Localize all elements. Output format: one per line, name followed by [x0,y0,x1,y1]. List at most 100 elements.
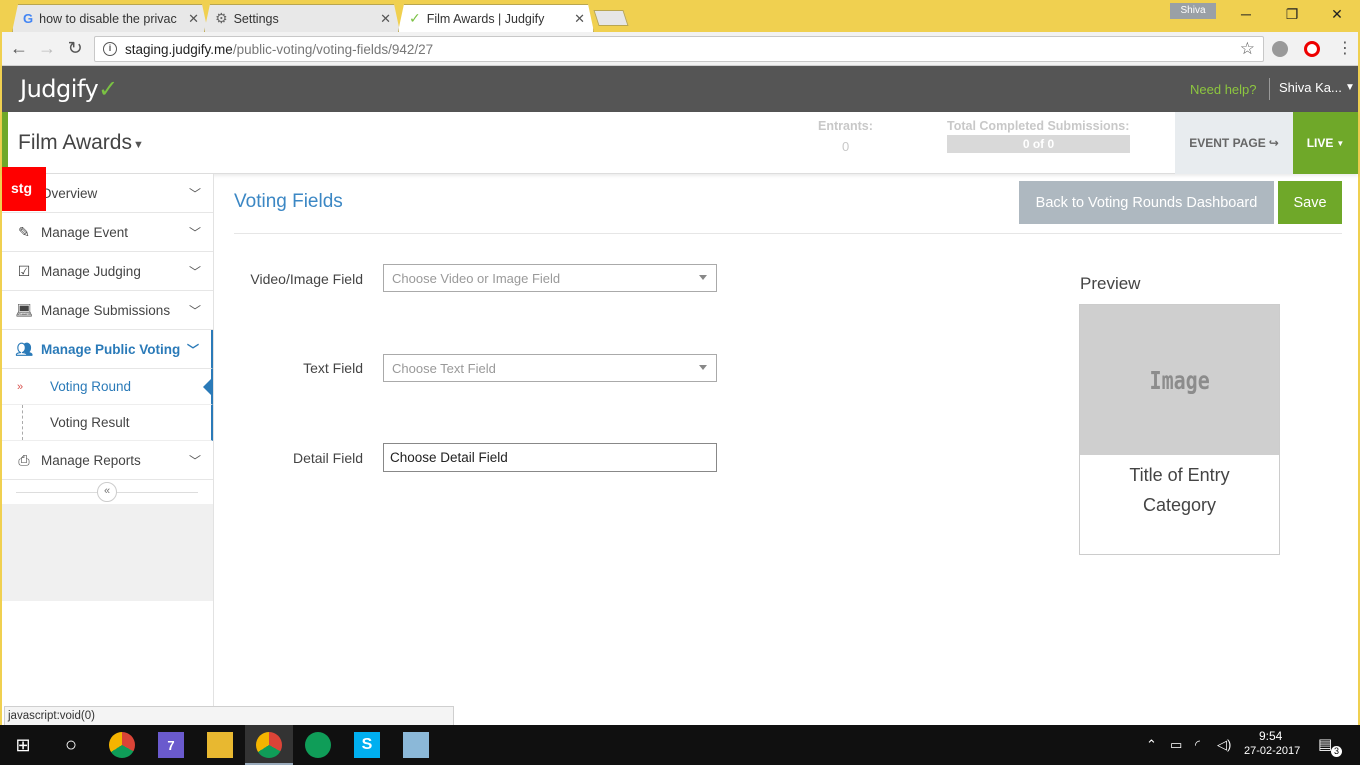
sidebar-item-manage-submissions[interactable]: 💻︎ Manage Submissions ﹀ [2,291,213,330]
collapse-sidebar-icon[interactable]: « [97,482,117,502]
back-to-dashboard-button[interactable]: Back to Voting Rounds Dashboard [1019,181,1274,224]
submissions-progress: 0 of 0 [947,135,1130,153]
extension-icon[interactable] [1272,41,1288,57]
submissions-label: Total Completed Submissions: [947,119,1130,133]
chevron-down-icon: ﹀ [188,226,201,240]
clock-date[interactable]: 27-02-2017 [1244,745,1300,757]
close-icon[interactable]: ✕ [188,11,199,27]
user-menu[interactable]: Shiva Ka... [1279,80,1342,95]
entrants-label: Entrants: [818,119,873,133]
back-arrow-icon[interactable]: ← [8,38,30,59]
file-explorer-icon[interactable] [207,732,233,758]
title-divider [234,233,1342,234]
caret-down-icon [699,275,707,280]
address-bar[interactable]: i staging.judgify.me /public-voting/voti… [94,36,1264,62]
new-tab-button[interactable] [593,10,629,26]
app-header: Judgify✓ Need help? Shiva Ka... ▼ [2,66,1358,112]
event-bar: Film Awards ▼ Entrants: 0 Total Complete… [2,112,1358,174]
opera-icon[interactable] [1304,41,1320,57]
chevron-down-icon: ﹀ [188,265,201,279]
hangouts-icon[interactable] [305,732,331,758]
tree-guide-line [22,405,23,440]
preview-image-placeholder: Image [1080,305,1279,455]
bookmark-star-icon[interactable]: ☆ [1240,39,1255,59]
printer-icon: ⎙ [18,451,30,468]
chevron-down-icon: ﹀ [186,343,199,357]
video-image-field-label: Video/Image Field [250,271,363,287]
url-host: staging.judgify.me [125,41,233,57]
calendar-app-icon[interactable]: 7 [158,732,184,758]
clock-time[interactable]: 9:54 [1259,729,1282,743]
event-page-button[interactable]: EVENT PAGE ↪ [1175,112,1293,174]
maximize-icon[interactable]: ❐ [1269,6,1315,23]
gear-icon: ⚙ [215,10,228,26]
notification-count-badge: 3 [1331,746,1342,757]
minimize-icon[interactable]: ─ [1223,6,1269,22]
save-button[interactable]: Save [1278,181,1342,224]
tab-strip: G how to disable the privac ✕ ⚙ Settings… [2,2,1358,32]
sidebar-item-manage-event[interactable]: ✎ Manage Event ﹀ [2,213,213,252]
edit-icon: ✎ [18,223,30,240]
menu-dots-icon[interactable]: ⋮ [1334,38,1356,58]
text-field-label: Text Field [303,360,363,376]
share-arrow-icon: ↪ [1268,136,1279,150]
live-button[interactable]: LIVE ▼ [1293,112,1358,174]
sidebar-item-manage-reports[interactable]: ⎙ Manage Reports ﹀ [2,441,213,480]
detail-field-input[interactable] [383,443,717,472]
logo-check-icon: ✓ [98,75,118,103]
caret-down-icon [699,365,707,370]
profile-badge[interactable]: Shiva [1170,3,1216,19]
reload-icon[interactable]: ↻ [64,38,86,59]
windows-start-icon[interactable]: ⊞ [10,732,36,758]
chevron-down-icon: ﹀ [188,454,201,468]
preview-category: Category [1142,495,1217,515]
sidebar-item-manage-public-voting[interactable]: 👥︎ Manage Public Voting ﹀ [2,330,213,369]
taskbar: ⊞ ○ 7 S ⌃ ▭ ◜ ◁) 9:54 27-02-2017 ▤ 3 [0,725,1360,765]
sidebar-collapse-row: « [2,480,213,504]
tab-google-search[interactable]: G how to disable the privac ✕ [12,4,208,32]
staging-badge: stg [2,167,46,211]
sidebar: ▦ Overview ﹀ ✎ Manage Event ﹀ ☑ Manage J… [2,174,214,727]
preview-entry-title: Title of Entry [1129,465,1230,485]
show-hidden-icons-icon[interactable]: ⌃ [1146,737,1157,753]
close-icon[interactable]: ✕ [574,11,585,27]
video-image-field-select[interactable]: Choose Video or Image Field [383,264,717,292]
caret-down-icon: ▼ [1336,138,1345,148]
need-help-link[interactable]: Need help? [1190,82,1257,97]
sidebar-subitem-voting-round[interactable]: » Voting Round [2,369,213,405]
chrome-profile-icon[interactable] [256,732,282,758]
volume-icon[interactable]: ◁) [1217,737,1231,753]
notes-app-icon[interactable] [403,732,429,758]
skype-icon[interactable]: S [354,732,380,758]
caret-down-icon[interactable]: ▼ [133,139,144,151]
text-field-select[interactable]: Choose Text Field [383,354,717,382]
page-title: Voting Fields [234,191,343,212]
judgify-logo[interactable]: Judgify✓ [20,75,118,103]
chrome-icon[interactable] [109,732,135,758]
browser-toolbar: ← → ↻ i staging.judgify.me /public-votin… [2,32,1358,66]
sidebar-subitem-voting-result[interactable]: Voting Result [2,405,213,441]
header-divider [1269,78,1270,100]
cortana-icon[interactable]: ○ [58,732,84,758]
info-icon[interactable]: i [103,42,117,56]
event-title[interactable]: Film Awards [18,131,132,155]
tab-film-awards[interactable]: ✓ Film Awards | Judgify ✕ [398,4,594,32]
close-window-icon[interactable]: ✕ [1314,6,1360,23]
event-accent-bar [2,112,8,174]
chevron-down-icon: ﹀ [188,304,201,318]
google-icon: G [23,11,34,26]
status-bar: javascript:void(0) [4,706,454,727]
close-icon[interactable]: ✕ [380,11,391,27]
preview-label: Preview [1080,274,1141,293]
sidebar-filler [2,504,213,601]
forward-arrow-icon[interactable]: → [36,38,58,59]
tab-settings[interactable]: ⚙ Settings ✕ [204,4,400,32]
caret-down-icon[interactable]: ▼ [1345,82,1355,93]
detail-field-label: Detail Field [292,450,363,466]
wifi-icon[interactable]: ◜ [1195,737,1200,753]
preview-card: Image Title of Entry Category [1079,304,1280,555]
entrants-value: 0 [842,139,850,154]
chevron-down-icon: ﹀ [188,187,201,201]
sidebar-item-manage-judging[interactable]: ☑ Manage Judging ﹀ [2,252,213,291]
battery-icon[interactable]: ▭ [1170,737,1182,753]
